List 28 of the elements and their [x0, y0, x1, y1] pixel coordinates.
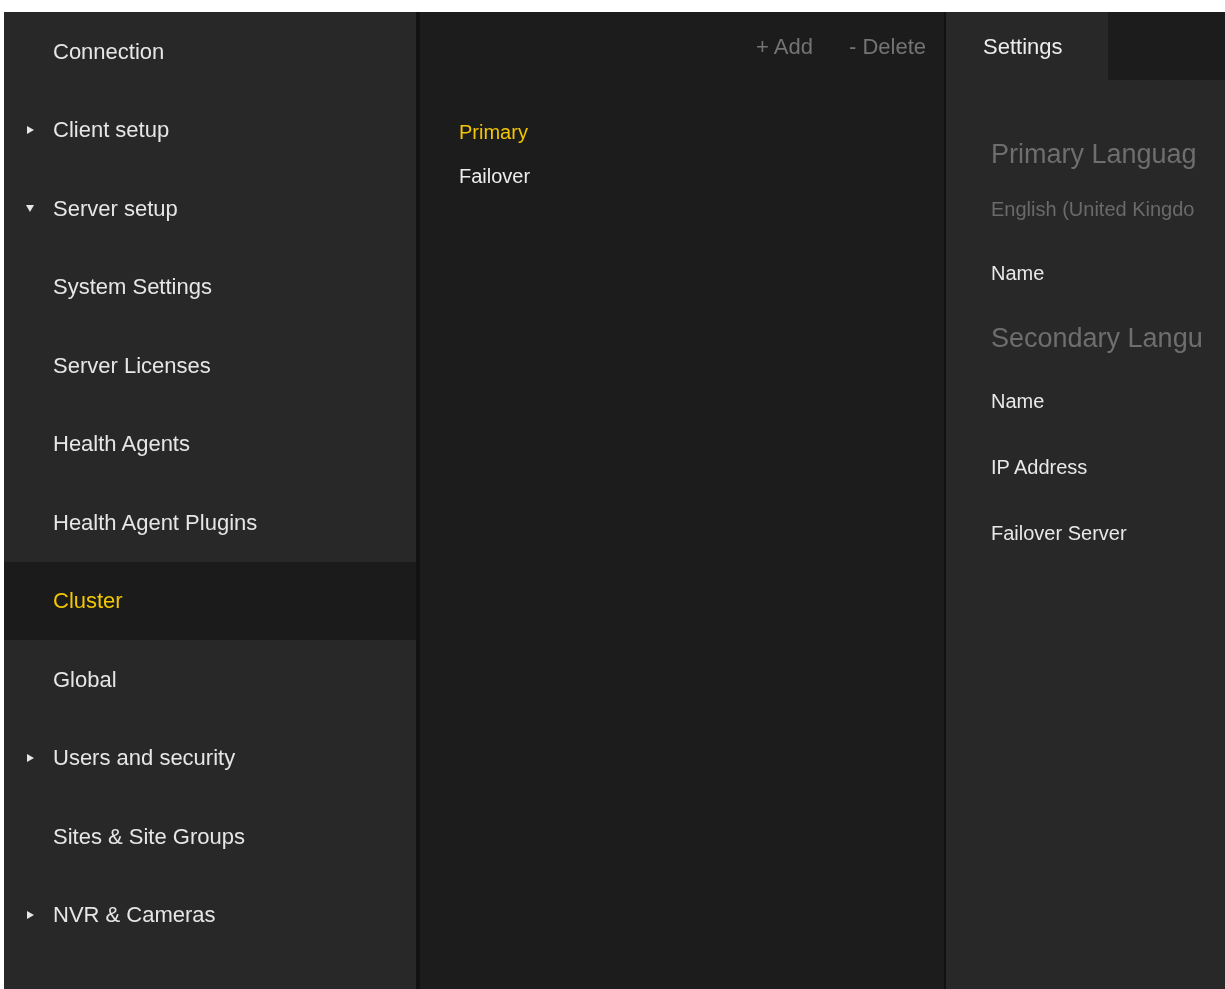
- caret-right-icon[interactable]: [24, 124, 35, 135]
- toolbar-button[interactable]: + Add: [756, 29, 813, 63]
- sidebar-item[interactable]: Global: [4, 640, 416, 719]
- sidebar-item[interactable]: Client setup: [4, 90, 416, 169]
- field-label: Name: [991, 390, 1045, 412]
- section-heading: Secondary Langu: [991, 323, 1203, 353]
- toolbar-button[interactable]: - Delete: [848, 29, 926, 63]
- caret-down-icon[interactable]: [24, 203, 35, 214]
- sidebar-item[interactable]: NVR & Cameras: [4, 875, 416, 954]
- sidebar-item[interactable]: Users and security: [4, 718, 416, 797]
- caret-right-icon[interactable]: [24, 909, 35, 920]
- section-heading: Primary Languag: [991, 139, 1197, 169]
- sidebar-item[interactable]: Server setup: [4, 169, 416, 248]
- node-item[interactable]: Primary: [459, 117, 528, 147]
- field-label: IP Address: [991, 456, 1088, 478]
- settings-tab[interactable]: Settings: [946, 12, 1108, 80]
- sidebar-item[interactable]: Health Agent Plugins: [4, 483, 416, 562]
- caret-right-icon[interactable]: [24, 752, 35, 763]
- sidebar-item[interactable]: Server Licenses: [4, 326, 416, 405]
- field-label: Name: [991, 262, 1045, 284]
- language-value: English (United Kingdo: [991, 198, 1195, 220]
- node-item[interactable]: Failover: [459, 161, 531, 191]
- sidebar-item[interactable]: Connection: [4, 12, 416, 91]
- field-label: Failover Server: [991, 522, 1127, 544]
- sidebar-item[interactable]: Cluster: [4, 561, 416, 640]
- sidebar-item[interactable]: Health Agents: [4, 404, 416, 483]
- sidebar-item[interactable]: Sites & Site Groups: [4, 797, 416, 876]
- sidebar-item[interactable]: System Settings: [4, 247, 416, 326]
